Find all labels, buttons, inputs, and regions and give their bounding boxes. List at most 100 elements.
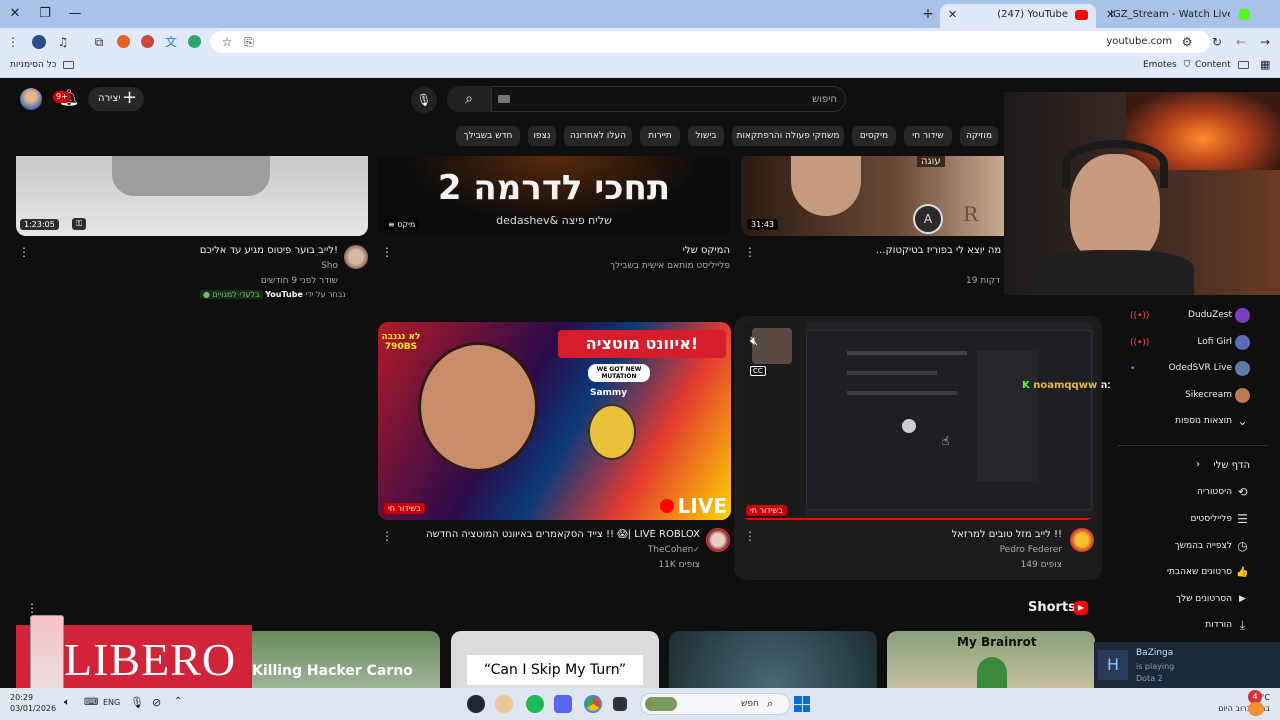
extension-orange-icon[interactable] bbox=[117, 35, 130, 48]
channel-avatar[interactable] bbox=[344, 245, 368, 269]
spotify-taskbar-icon[interactable] bbox=[526, 695, 544, 713]
sidebar-subscription-odedsvr-live[interactable]: • OdedSVR Live bbox=[1110, 356, 1270, 382]
video-thumbnail[interactable]: A R עוגה 31:43 bbox=[741, 156, 1004, 236]
install-app-icon[interactable]: ⎘ bbox=[240, 33, 258, 51]
more-actions-icon[interactable]: ⋮ bbox=[744, 530, 756, 542]
task-view-icon[interactable] bbox=[613, 697, 627, 711]
chip-watched[interactable]: נצפו bbox=[528, 126, 556, 146]
short-thumbnail[interactable]: My Brainrot bbox=[887, 631, 1095, 689]
short-thumbnail[interactable]: “Can I Skip My Turn” bbox=[451, 631, 659, 689]
close-window-icon[interactable]: ✕ bbox=[4, 4, 26, 24]
start-square bbox=[802, 696, 810, 704]
video-thumbnail[interactable]: איוונט מוטציה! לא נגנבה 790BS WE GOT NEW… bbox=[378, 322, 731, 520]
chip-new-to-you[interactable]: חדש בשבילך bbox=[456, 126, 520, 146]
bookmark-emotes[interactable]: Emotes ⛉ bbox=[1143, 60, 1190, 70]
sidebar-item-watch-later[interactable]: לצפייה בהמשך ◷ bbox=[1110, 534, 1270, 560]
new-tab-button[interactable]: + bbox=[918, 4, 938, 24]
keyboard-icon[interactable] bbox=[498, 95, 510, 103]
channel-name[interactable]: TheCohen✓ bbox=[400, 545, 700, 555]
forward-icon[interactable]: ← bbox=[1232, 33, 1250, 51]
shorts-more-icon[interactable]: ⋮ bbox=[26, 602, 38, 614]
input-language[interactable]: ENG bbox=[103, 698, 120, 707]
translate-extension-icon[interactable]: 文 bbox=[162, 33, 180, 51]
captions-icon[interactable]: CC bbox=[750, 366, 766, 376]
extension-red-icon[interactable] bbox=[141, 35, 154, 48]
address-bar[interactable]: ☆ ⎘ youtube.com ⚙ bbox=[210, 31, 1210, 53]
bookmark-star-icon[interactable]: ☆ bbox=[218, 33, 236, 51]
discord-taskbar-icon[interactable] bbox=[554, 695, 572, 713]
video-title[interactable]: …אין מה יוצא לי בפוריז בטיקטוק bbox=[762, 245, 1016, 256]
short-thumbnail[interactable]: Killing Hacker Carno bbox=[232, 631, 440, 689]
sidebar-item-downloads[interactable]: הורדות ⤓ bbox=[1110, 613, 1270, 639]
sidebar-item-history[interactable]: היסטוריה ⟲ bbox=[1110, 480, 1270, 506]
steam-taskbar-icon[interactable] bbox=[467, 695, 485, 713]
sidebar-item-playlists[interactable]: פלייליסטים ☰ bbox=[1110, 507, 1270, 533]
mute-icon[interactable]: 🔇︎ bbox=[750, 334, 758, 349]
video-title[interactable]: המיקס שלי bbox=[400, 245, 730, 256]
maximize-window-icon[interactable]: ❐ bbox=[34, 4, 56, 24]
video-thumbnail[interactable]: 1:23:05 ⚿ bbox=[16, 156, 368, 236]
bookmark-content[interactable]: Content bbox=[1195, 60, 1249, 70]
windows-start-icon[interactable] bbox=[794, 696, 810, 712]
voice-search-mic-icon[interactable]: 🎙︎ bbox=[411, 87, 437, 113]
chip-action-adventure-games[interactable]: משחקי פעולה והרפתקאות bbox=[732, 126, 844, 146]
video-title[interactable]: צייד הסקאמרים באיוונט המוטציה החדשה !! 😱… bbox=[400, 529, 700, 540]
extensions-icon[interactable]: ⧉ bbox=[90, 33, 108, 51]
sidebar-subscription-duduzest[interactable]: ((•)) DuduZest bbox=[1110, 303, 1270, 329]
close-tab-icon[interactable]: ✕ bbox=[948, 4, 957, 26]
extension-green-icon[interactable] bbox=[188, 35, 201, 48]
sidebar-show-more[interactable]: תוצאות נוספות ⌄ bbox=[1110, 409, 1270, 435]
profile-icon[interactable] bbox=[32, 35, 46, 49]
sidebar-subscription-lofi-girl[interactable]: ((•)) Lofi Girl bbox=[1110, 330, 1270, 356]
apps-grid-icon[interactable]: ▦ bbox=[1260, 58, 1270, 71]
create-button[interactable]: יצירה + bbox=[88, 87, 144, 111]
volume-icon[interactable]: 🔈︎ bbox=[64, 697, 70, 708]
tab-kick-stream[interactable]: ✕ IGZ_Stream - Watch Live on Ki bbox=[1098, 4, 1258, 28]
short-thumbnail[interactable] bbox=[669, 631, 877, 689]
account-avatar[interactable] bbox=[20, 88, 42, 110]
more-actions-icon[interactable]: ⋮ bbox=[744, 246, 756, 258]
windows-taskbar: 20:29 03/01/2026 🔈︎ ⌨ ENG 🎙︎ ⊘ ⌃ חפש ⌕ 7… bbox=[0, 688, 1280, 720]
sidebar-subscription-sikecream[interactable]: Sikecream bbox=[1110, 383, 1270, 409]
search-button[interactable]: ⌕ bbox=[447, 86, 491, 112]
all-bookmarks[interactable]: כל הסימניות bbox=[10, 60, 75, 70]
search-input[interactable] bbox=[537, 87, 837, 111]
sidebar-item-your-videos[interactable]: הסרטונים שלך ▶ bbox=[1110, 587, 1270, 613]
chip-mixes[interactable]: מיקסים bbox=[852, 126, 896, 146]
chip-tourism[interactable]: תיירות bbox=[640, 126, 680, 146]
back-icon[interactable]: → bbox=[1256, 33, 1274, 51]
mic-icon[interactable]: 🎙︎ bbox=[130, 696, 144, 709]
channel-name[interactable]: Pedro Federer bbox=[762, 545, 1062, 555]
steam-notification[interactable]: H BaZinga is playing Dota 2 bbox=[1094, 642, 1280, 688]
video-title[interactable]: לייב בוער פיטוס מגיע עד אליכם! bbox=[40, 245, 338, 256]
chip-music[interactable]: מוזיקה bbox=[960, 126, 998, 146]
channel-name[interactable]: Sho bbox=[40, 261, 338, 271]
taskbar-search[interactable]: חפש ⌕ bbox=[640, 693, 790, 715]
video-title[interactable]: לייב מזל טובים למרזאל !! bbox=[762, 529, 1062, 540]
reload-icon[interactable]: ↻ bbox=[1208, 33, 1226, 51]
sidebar-you-section[interactable]: הדף שלי › bbox=[1110, 453, 1270, 479]
menu-dots-icon[interactable]: ⋮ bbox=[4, 33, 22, 51]
tab-youtube[interactable]: ✕ (247) YouTube bbox=[940, 4, 1096, 28]
chip-cooking[interactable]: בישול bbox=[688, 126, 724, 146]
more-actions-icon[interactable]: ⋮ bbox=[381, 246, 393, 258]
more-actions-icon[interactable]: ⋮ bbox=[18, 246, 30, 258]
channel-avatar[interactable] bbox=[1070, 528, 1094, 552]
clock[interactable]: 20:29 03/01/2026 bbox=[10, 692, 56, 714]
chip-live[interactable]: שידור חי bbox=[904, 126, 952, 146]
video-preview-player[interactable]: 🔇︎ CC ☝︎ בשידור חי bbox=[742, 322, 1094, 520]
channel-avatar[interactable] bbox=[706, 528, 730, 552]
network-icon[interactable]: ⌨ bbox=[84, 697, 98, 708]
media-control-icon[interactable]: ♫ bbox=[54, 33, 72, 51]
chrome-taskbar-icon[interactable] bbox=[584, 695, 602, 713]
app-taskbar-icon[interactable] bbox=[495, 695, 513, 713]
chip-recently-uploaded[interactable]: העלו לאחרונה bbox=[564, 126, 632, 146]
sidebar-item-liked-videos[interactable]: סרטונים שאהבתי 👍 bbox=[1110, 560, 1270, 586]
video-thumbnail[interactable]: תחכי לדרמה 2 dedashev& שליח פיצה ≡ מיקס bbox=[378, 156, 730, 236]
show-hidden-icons-chevron-icon[interactable]: ⌃ bbox=[174, 696, 182, 707]
notifications-off-icon[interactable]: ⊘ bbox=[152, 696, 161, 709]
site-settings-icon[interactable]: ⚙ bbox=[1178, 33, 1196, 51]
minimize-window-icon[interactable]: — bbox=[64, 4, 86, 24]
preview-progress-bar[interactable] bbox=[742, 518, 1094, 520]
more-actions-icon[interactable]: ⋮ bbox=[381, 530, 393, 542]
